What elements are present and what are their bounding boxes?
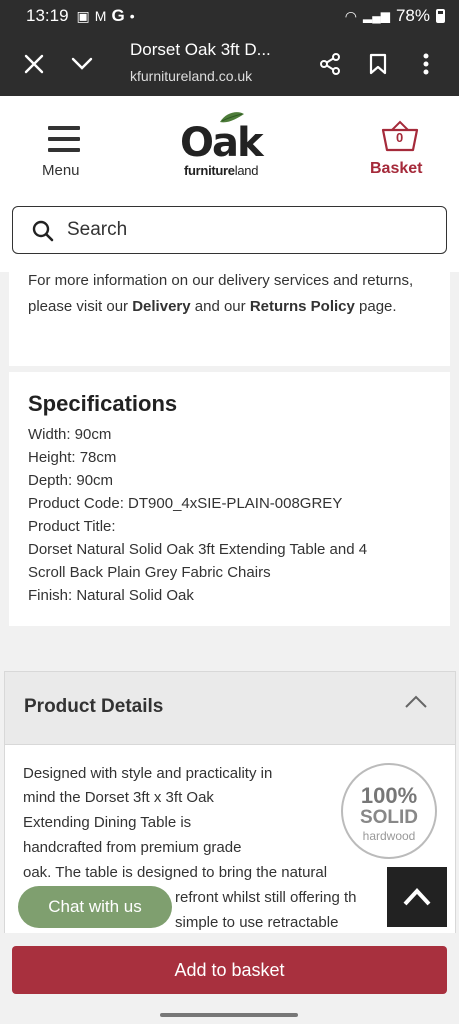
product-details-title: Product Details [24,696,164,717]
browser-toolbar: Dorset Oak 3ft D... kfurnitureland.co.uk [0,32,459,96]
basket-label: Basket [370,160,423,177]
battery-icon [436,9,445,23]
search-icon [32,220,54,242]
delivery-info-text: For more information on our delivery ser… [28,272,414,315]
system-nav-bar [0,1005,459,1024]
bookmark-icon[interactable] [358,44,398,84]
status-time: 13:19 [26,6,69,25]
basket-count: 0 [396,130,404,145]
detail-line: simple to use retractable [175,914,339,931]
spec-line: Product Code: DT900_4xSIE-PLAIN-008GREY [28,495,343,512]
logo-text: Oak [180,120,264,166]
page-title[interactable]: Dorset Oak 3ft D... [130,40,271,60]
spec-line: Height: 78cm [28,449,117,466]
solid-hardwood-badge: 100% SOLID hardwood [341,763,437,859]
share-icon[interactable] [310,44,350,84]
add-to-basket-bar: Add to basket [0,933,459,1005]
chevron-up-icon [403,888,431,906]
specifications-list: Width: 90cm Height: 78cm Depth: 90cm Produc… [28,423,367,607]
delivery-link[interactable]: Delivery [132,298,190,315]
detail-line: refront whilst still offering th [175,889,357,906]
spec-line: Width: 90cm [28,426,112,443]
detail-line: oak. The table is designed to bring the … [23,864,328,881]
signal-icon: ▂▄▆ [363,9,390,23]
spec-line: Depth: 90cm [28,472,114,489]
detail-line: Extending Dining Table is [23,814,192,831]
specifications-title: Specifications [28,391,178,416]
spec-line: Dorset Natural Solid Oak 3ft Extending T… [28,541,368,558]
spec-line: Scroll Back Plain Grey Fabric Chairs [28,564,271,581]
search-placeholder: Search [67,219,128,240]
mail-icon: M [94,8,107,24]
back-to-top-button[interactable] [387,867,447,927]
product-details-header[interactable]: Product Details [4,671,456,745]
delivery-info-card: For more information on our delivery ser… [9,272,450,366]
chevron-down-icon[interactable] [62,44,102,84]
menu-label: Menu [42,162,80,179]
detail-line: handcrafted from premium grade [23,839,242,856]
chat-button[interactable]: Chat with us [18,886,172,928]
home-gesture-pill[interactable] [160,1013,298,1017]
spec-line: Finish: Natural Solid Oak [28,587,194,604]
status-bar: 13:19 ▣ M G • ◠ ▂▄▆ 78% [0,0,459,32]
dot-icon: • [129,8,135,24]
detail-line: mind the Dorset 3ft x 3ft Oak [23,789,214,806]
site-header: Menu Oak furnitureland 0 Basket Search [0,96,459,272]
notification-icons: ▣ M G • [77,6,135,26]
specifications-card: Specifications Width: 90cm Height: 78cm De… [9,372,450,626]
page-url[interactable]: kfurnitureland.co.uk [130,68,252,84]
returns-policy-link[interactable]: Returns Policy [250,298,355,315]
search-input[interactable]: Search [12,206,447,254]
close-icon[interactable] [14,44,54,84]
more-vert-icon[interactable] [406,44,446,84]
battery-percent: 78% [395,6,430,25]
google-icon: G [111,6,125,25]
detail-line: Designed with style and practicality in [23,765,273,782]
image-icon: ▣ [76,7,90,24]
add-to-basket-button[interactable]: Add to basket [12,946,447,994]
spec-line: Product Title: [28,518,116,535]
site-logo[interactable]: Oak furnitureland [180,112,280,178]
logo-subtext: furnitureland [184,163,259,178]
wifi-icon: ◠ [344,7,357,24]
basket-button[interactable]: 0 Basket [366,118,432,180]
chevron-up-icon [405,695,427,708]
